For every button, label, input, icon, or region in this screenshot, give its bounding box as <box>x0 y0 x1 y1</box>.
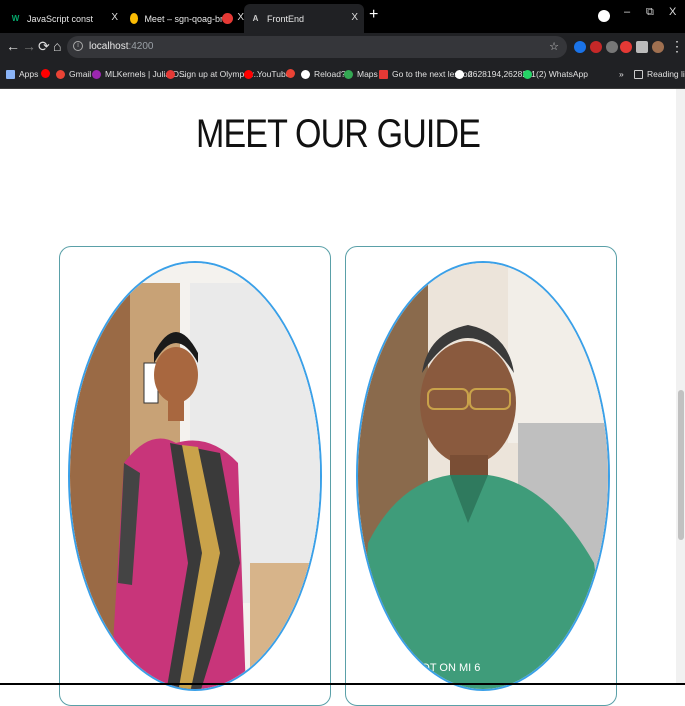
site-icon <box>455 69 464 79</box>
forward-arrow-icon[interactable]: → <box>22 38 36 54</box>
profile-dot-icon[interactable] <box>598 10 610 22</box>
github-icon <box>301 69 310 79</box>
w3schools-icon: W <box>11 14 20 23</box>
guide-photo-2: SHOT ON MI 6 <box>356 261 610 691</box>
gmail-icon <box>56 69 65 79</box>
address-bar[interactable]: i localhost:4200 ☆ <box>67 36 567 58</box>
bookmark-whatsapp[interactable]: (2) WhatsApp <box>523 69 588 79</box>
olymp-icon <box>166 69 175 79</box>
bookmark-maps[interactable]: Maps <box>344 69 378 79</box>
guide-photo-image <box>70 263 320 689</box>
guide-photo-1 <box>68 261 322 691</box>
youtube-icon <box>41 69 50 78</box>
scrollbar-thumb[interactable] <box>678 390 684 540</box>
julia-icon <box>92 69 101 79</box>
tab-javascript-const[interactable]: W JavaScript const X <box>4 4 124 33</box>
lesson-icon <box>379 69 388 79</box>
bookmark-youtube[interactable]: YouTube <box>244 69 290 79</box>
youtube-icon <box>244 69 253 79</box>
window-close-button[interactable]: X <box>669 6 676 18</box>
tab-label: JavaScript const <box>27 13 94 24</box>
bookmark-gmail-small[interactable] <box>286 69 299 78</box>
reading-list-button[interactable]: Reading list <box>634 69 685 79</box>
bookmark-gmail[interactable]: Gmail <box>56 69 91 79</box>
bookmark-star-icon[interactable]: ☆ <box>549 36 559 58</box>
bookmark-label: Maps <box>357 69 378 79</box>
extension-icon[interactable] <box>590 41 602 53</box>
guide-photo-image: SHOT ON MI 6 <box>358 263 608 689</box>
back-arrow-icon[interactable]: ← <box>6 38 20 54</box>
whatsapp-icon <box>523 69 532 79</box>
bookmarks-bar: Apps Gmail MLKernels | Julia O... Sign u… <box>0 61 685 89</box>
page-content: MEET OUR GUIDE SHOT ON MI 6 <box>0 89 676 706</box>
scrollbar-track[interactable] <box>676 89 685 685</box>
close-icon[interactable]: X <box>237 12 244 23</box>
tab-strip: W JavaScript const X Meet – sgn-qoag-bnr… <box>0 0 685 33</box>
close-icon[interactable]: X <box>111 12 118 23</box>
url-host: localhost <box>89 41 129 52</box>
page-title: MEET OUR GUIDE <box>195 112 481 156</box>
apps-grid-icon <box>6 69 15 79</box>
guide-card-2: SHOT ON MI 6 <box>345 246 617 706</box>
maps-pin-icon <box>344 69 353 79</box>
bookmark-label: (2) WhatsApp <box>536 69 588 79</box>
angular-icon: A <box>252 14 259 23</box>
new-tab-button[interactable]: + <box>369 6 378 24</box>
extension-icon[interactable] <box>606 41 618 53</box>
reload-icon[interactable]: ⟳ <box>38 38 50 54</box>
puzzle-icon[interactable] <box>636 41 648 53</box>
close-icon[interactable]: X <box>351 12 358 23</box>
minimize-button[interactable]: – <box>624 6 630 18</box>
meet-icon <box>130 13 139 24</box>
bookmark-reload[interactable]: Reload? <box>301 69 346 79</box>
restore-button[interactable]: ⧉ <box>646 6 654 19</box>
recording-icon <box>222 13 233 24</box>
tab-frontend[interactable]: A FrontEnd X <box>244 4 364 33</box>
bookmark-label: Apps <box>19 69 39 79</box>
bookmark-youtube-small[interactable] <box>41 69 54 78</box>
gmail-icon <box>286 69 295 78</box>
tab-label: FrontEnd <box>267 13 305 24</box>
bookmark-label: Reload? <box>314 69 346 79</box>
home-icon[interactable]: ⌂ <box>53 38 61 54</box>
reading-list-label: Reading list <box>647 69 685 79</box>
more-bookmarks-chevron-icon[interactable]: » <box>619 69 624 79</box>
guide-card-1 <box>59 246 331 706</box>
url-port: :4200 <box>128 41 154 52</box>
browser-toolbar: ← → ⟳ ⌂ i localhost:4200 ☆ ⋮ <box>0 33 685 61</box>
reading-list-icon <box>634 69 643 79</box>
extension-icon[interactable] <box>620 41 632 53</box>
avatar[interactable] <box>652 41 664 53</box>
bookmark-label: Gmail <box>69 69 92 79</box>
info-icon[interactable]: i <box>73 41 83 52</box>
photo-watermark: SHOT ON MI 6 <box>406 662 480 674</box>
extension-icon[interactable] <box>574 41 586 53</box>
bookmark-apps[interactable]: Apps <box>6 69 38 79</box>
tab-recording[interactable]: X <box>216 4 246 33</box>
menu-icon[interactable]: ⋮ <box>670 38 684 54</box>
